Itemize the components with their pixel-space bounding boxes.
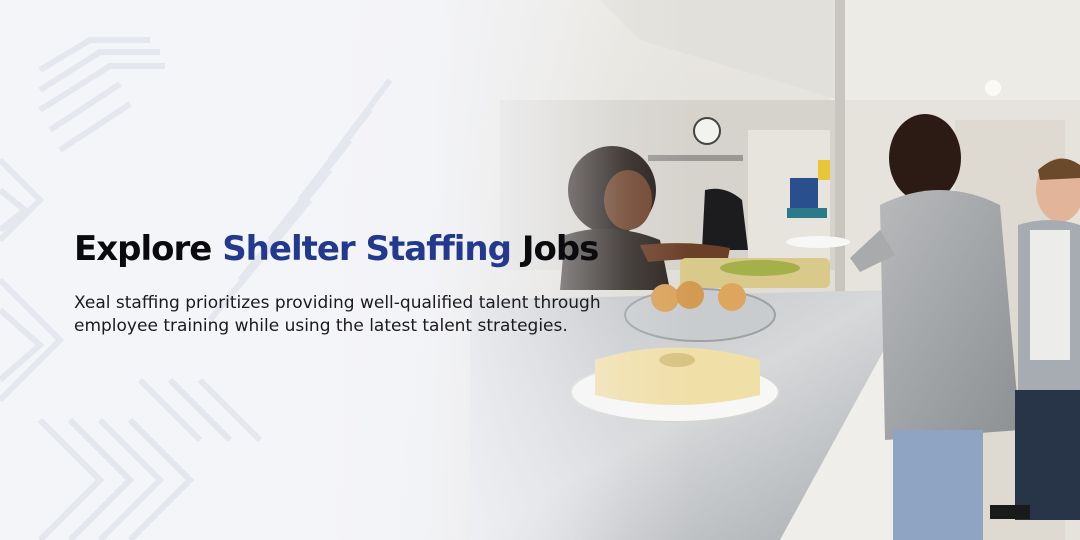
- hero-content: Explore Shelter Staffing Jobs Xeal staff…: [74, 226, 634, 338]
- headline-accent: Shelter Staffing: [222, 229, 512, 269]
- page-title: Explore Shelter Staffing Jobs: [74, 226, 634, 272]
- hero-description: Xeal staffing prioritizes providing well…: [74, 293, 601, 336]
- headline-prefix: Explore: [74, 229, 212, 269]
- headline-suffix: Jobs: [521, 229, 600, 269]
- hero-banner: Explore Shelter Staffing Jobs Xeal staff…: [0, 0, 1080, 540]
